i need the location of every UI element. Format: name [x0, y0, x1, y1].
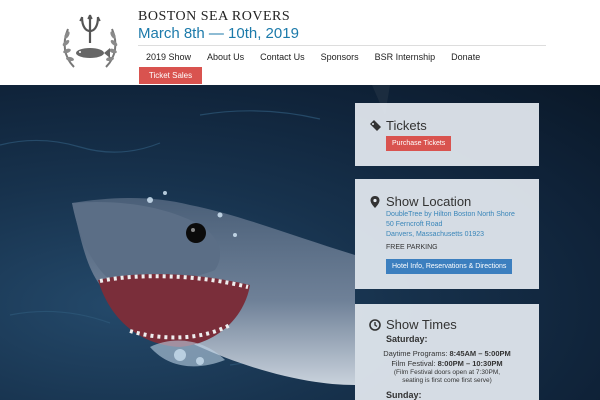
- show-times-title: Show Times: [386, 317, 457, 332]
- film-label: Film Festival:: [391, 359, 436, 368]
- purchase-tickets-button[interactable]: Purchase Tickets: [386, 136, 452, 151]
- site-header: BOSTON SEA ROVERS March 8th — 10th, 2019…: [0, 0, 600, 85]
- main-nav: 2019 Show About Us Contact Us Sponsors B…: [138, 47, 488, 67]
- daytime-programs-row: Daytime Programs: 8:45AM – 5:00PM: [355, 349, 539, 358]
- nav-item-sponsors[interactable]: Sponsors: [313, 47, 367, 67]
- nav-item-2019-show[interactable]: 2019 Show: [138, 47, 199, 67]
- venue-link[interactable]: DoubleTree by Hilton Boston North Shore: [386, 211, 515, 218]
- film-note-line-2: seating is first come first serve): [402, 377, 492, 384]
- film-festival-row: Film Festival: 8:00PM – 10:30PM: [355, 359, 539, 368]
- show-times-panel: Show Times Saturday: Daytime Programs: 8…: [355, 304, 539, 400]
- city-link[interactable]: Danvers, Massachusetts 01923: [386, 231, 484, 238]
- nav-divider: [138, 45, 546, 46]
- parking-text: FREE PARKING: [386, 244, 438, 251]
- nav-item-donate[interactable]: Donate: [443, 47, 488, 67]
- show-dates: March 8th — 10th, 2019: [138, 25, 299, 42]
- sunday-heading: Sunday:: [386, 390, 422, 400]
- tickets-title: Tickets: [386, 118, 427, 133]
- film-value: 8:00PM – 10:30PM: [437, 359, 503, 368]
- street-link[interactable]: 50 Ferncroft Road: [386, 221, 442, 228]
- nav-item-contact-us[interactable]: Contact Us: [252, 47, 313, 67]
- ticket-sales-button[interactable]: Ticket Sales: [139, 67, 202, 84]
- nav-item-about-us[interactable]: About Us: [199, 47, 252, 67]
- nav-item-bsr-internship[interactable]: BSR Internship: [367, 47, 444, 67]
- trident-logo-icon[interactable]: [60, 9, 120, 75]
- daytime-value: 8:45AM – 5:00PM: [449, 349, 511, 358]
- clock-icon: [369, 318, 381, 331]
- show-location-panel: Show Location DoubleTree by Hilton Bosto…: [355, 179, 539, 289]
- daytime-label: Daytime Programs:: [383, 349, 448, 358]
- hotel-info-button[interactable]: Hotel Info, Reservations & Directions: [386, 259, 513, 274]
- saturday-heading: Saturday:: [386, 334, 428, 344]
- film-note-line-1: (Film Festival doors open at 7:30PM,: [393, 369, 501, 376]
- ticket-icon: [370, 119, 381, 131]
- org-name[interactable]: BOSTON SEA ROVERS: [138, 9, 290, 25]
- tickets-panel: Tickets Purchase Tickets: [355, 103, 539, 166]
- map-marker-icon: [370, 195, 380, 208]
- show-location-title: Show Location: [386, 194, 472, 209]
